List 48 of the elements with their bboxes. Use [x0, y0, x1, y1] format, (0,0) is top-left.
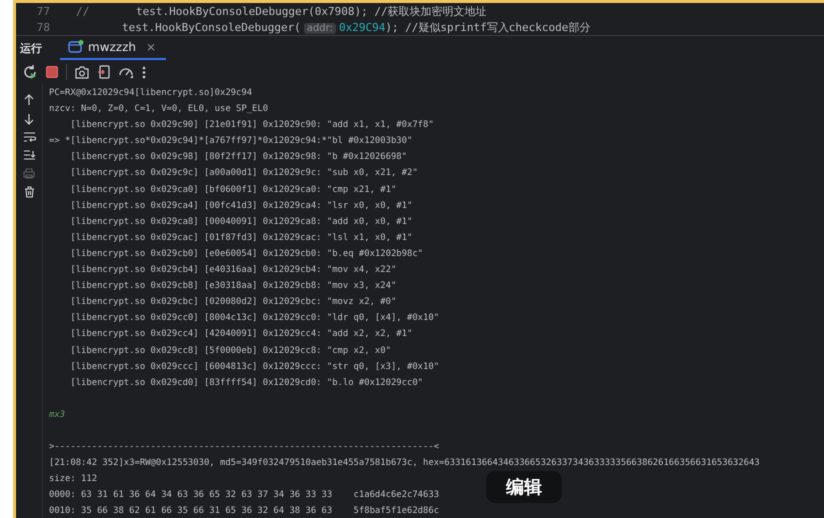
console-line: size: 112	[49, 473, 98, 486]
echoed-command-text: mx3	[49, 408, 66, 422]
console-line: nzcv: N=0, Z=0, C=1, V=0, EL0, use SP_EL0	[49, 103, 268, 116]
console-line: 0010: 35 66 38 62 61 66 35 66 31 65 36 32 64 38 36 63 5f8baf5f1e62d86c	[49, 505, 440, 518]
code-comment: ); //疑似sprintf写入checkcode部分	[385, 20, 590, 34]
tool-window-title: 运行	[20, 40, 42, 56]
close-icon[interactable]: ×	[146, 40, 156, 54]
console-line: 0000: 63 31 61 36 64 34 63 36 65 32 63 37 34 36 33 33 c1a6d4c6e2c74633	[49, 489, 440, 502]
console-line: [21:08:42 352]x3=RW@0x12553030, md5=349f032479510aeb31e455a7581b673c, hex=63316136643463366532633734363333356638626166356631653632643	[49, 456, 760, 470]
console-line: [libencrypt.so 0x029ca8] [00040091] 0x12029ca8: "add x0, x0, #1"	[69, 216, 412, 229]
trash-icon[interactable]	[24, 186, 34, 198]
console-line: [libencrypt.so 0x029cb0] [e0e60054] 0x12029cb0: "b.eq #0x1202b98c"	[69, 248, 424, 261]
soft-wrap-icon[interactable]	[22, 132, 36, 143]
up-arrow-icon[interactable]	[24, 94, 34, 106]
console-line: [libencrypt.so 0x029cb8] [e30318aa] 0x12029cb8: "mov x3, x24"	[69, 280, 396, 294]
console-line: [libencrypt.so 0x029ca0] [bf0600f1] 0x12029ca0: "cmp x21, #1"	[69, 184, 396, 197]
console-line: [libencrypt.so 0x029ca4] [00fc41d3] 0x12029ca4: "lsr x0, x0, #1"	[69, 200, 412, 213]
console-line: PC=RX@0x12029c94[libencrypt.so]0x29c94	[49, 87, 252, 100]
console-line: [libencrypt.so 0x029cb4] [e40316aa] 0x12029cb4: "mov x4, x22"	[69, 264, 396, 278]
code-line: test.HookByConsoleDebugger(0x7908); //获取块加密明文地址	[136, 4, 487, 18]
print-icon[interactable]	[23, 168, 35, 179]
run-tab[interactable]: mwzzzh ×	[60, 36, 166, 60]
console-line: [libencrypt.so 0x029cbc] [020080d2] 0x12029cbc: "movz x2, #0"	[69, 296, 396, 310]
console-line: [libencrypt.so 0x029c98] [80f2ff17] 0x12029c98: "b #0x12026698"	[69, 151, 407, 164]
console-line: [libencrypt.so 0x029cd0] [83ffff54] 0x12029cd0: "b.lo #0x12029cc0"	[69, 376, 424, 390]
comment-marker: //	[76, 4, 90, 18]
edit-button[interactable]: 编辑	[486, 471, 562, 503]
console-line: => *[libencrypt.so*0x029c94]*[a767ff97]*0x12029c94:*"bl #0x12003b30"	[49, 135, 412, 148]
console-line: [libencrypt.so 0x029cac] [01f87fd3] 0x12029cac: "lsl x1, x0, #1"	[69, 232, 412, 245]
scroll-to-end-icon[interactable]	[22, 150, 36, 161]
console-line: [libencrypt.so 0x029cc0] [8004c13c] 0x12029cc0: "ldr q0, [x4], #0x10"	[69, 312, 440, 326]
rerun-icon[interactable]	[22, 64, 38, 80]
console-line: [libencrypt.so 0x029cc4] [42040091] 0x12029cc4: "add x2, x2, #1"	[69, 328, 412, 342]
console-line: [libencrypt.so 0x029c9c] [a00a00d1] 0x12029c9c: "sub x0, x21, #2"	[69, 167, 418, 180]
more-icon[interactable]	[142, 66, 146, 78]
down-arrow-icon[interactable]	[24, 113, 34, 125]
window-icon	[68, 40, 84, 54]
camera-icon[interactable]	[75, 66, 89, 78]
console-line: [libencrypt.so 0x029cc8] [5f0000eb] 0x12029cc8: "cmp x2, x0"	[69, 344, 391, 358]
exit-icon[interactable]	[97, 65, 110, 79]
code-text: test.HookByConsoleDebugger(	[122, 20, 301, 34]
parameter-hint: addr:	[304, 22, 336, 34]
line-number: 77	[36, 4, 50, 18]
code-argument: 0x29C94	[338, 20, 386, 34]
console-line: [libencrypt.so 0x029c90] [21e01f91] 0x12029c90: "add x1, x1, #0x7f8"	[69, 119, 434, 132]
console-line: [libencrypt.so 0x029ccc] [6004813c] 0x12029ccc: "str q0, [x3], #0x10"	[69, 360, 440, 374]
line-number: 78	[36, 20, 50, 34]
console-line: >-----------------------------------------------------------------------<	[49, 440, 440, 454]
